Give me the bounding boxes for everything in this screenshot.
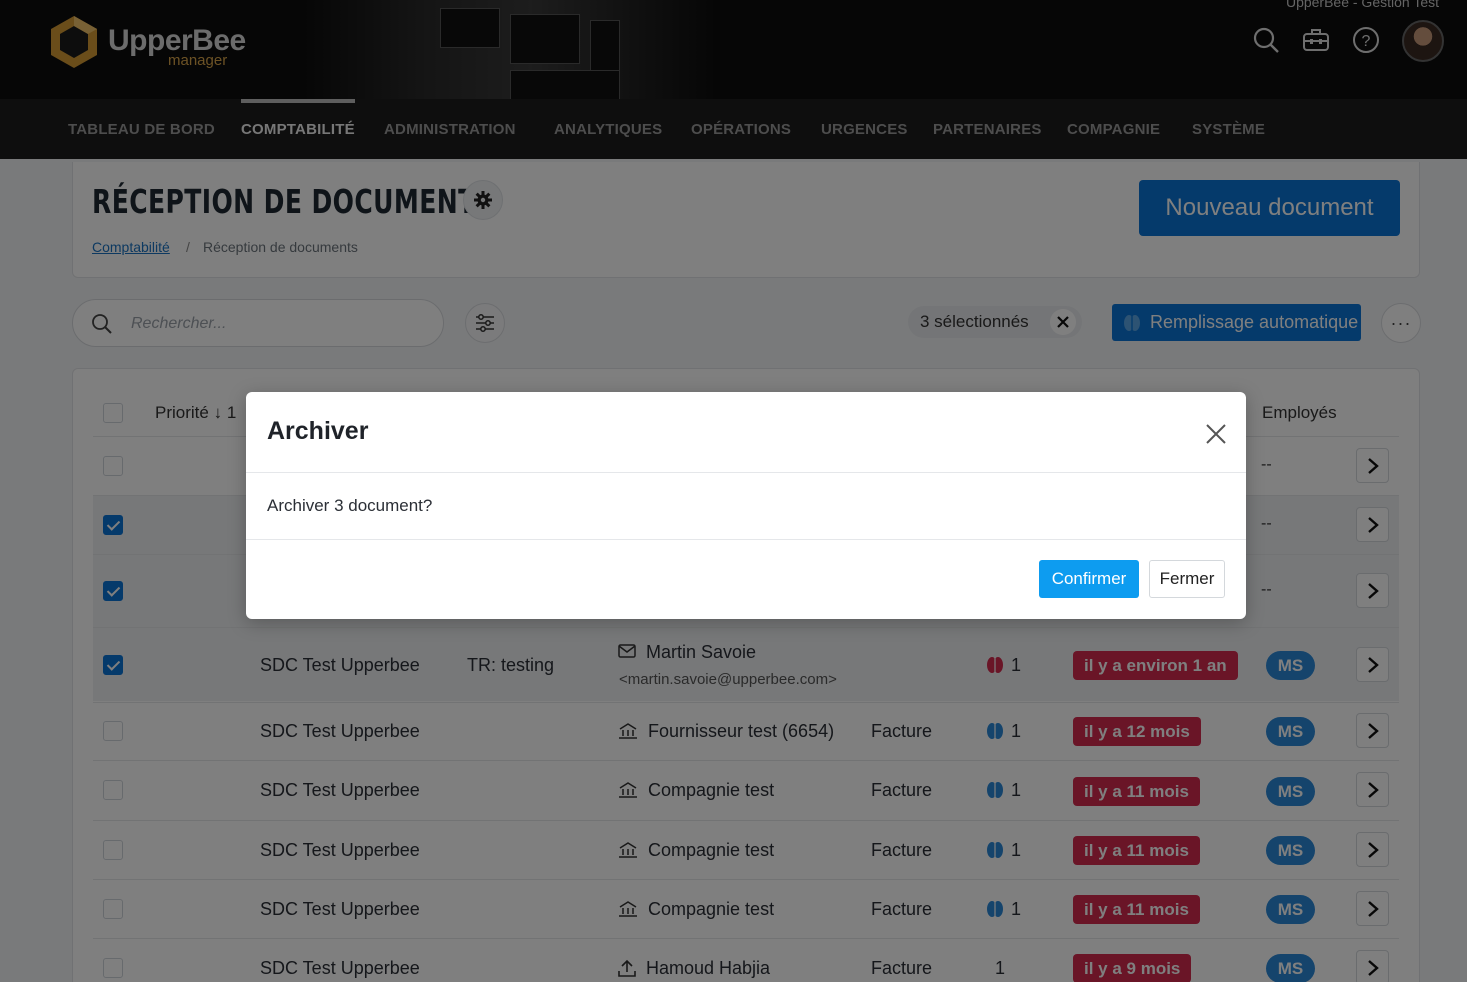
dialog-title: Archiver xyxy=(267,417,369,445)
close-button[interactable]: Fermer xyxy=(1149,560,1225,598)
dialog-message: Archiver 3 document? xyxy=(267,496,433,515)
close-icon xyxy=(1206,424,1226,444)
dialog-close-button[interactable] xyxy=(1201,419,1231,449)
confirm-button[interactable]: Confirmer xyxy=(1039,560,1139,598)
dialog-divider xyxy=(246,472,1246,473)
dialog-divider xyxy=(246,539,1246,540)
archive-dialog: Archiver Archiver 3 document? Confirmer … xyxy=(246,392,1246,619)
